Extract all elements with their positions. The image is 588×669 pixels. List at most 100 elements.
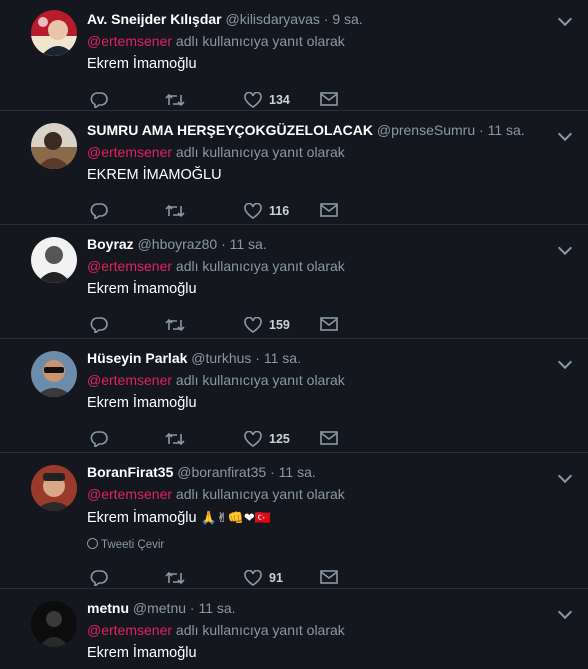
direct-message-icon [320,317,338,331]
reply-icon [90,570,108,586]
direct-message-button[interactable] [320,570,338,588]
user-handle[interactable]: @boranfirat35 [177,464,266,480]
display-name[interactable]: Av. Sneijder Kılışdar [87,11,222,27]
tweet-text: Ekrem İmamoğlu [87,56,197,72]
tweet-header: BoranFirat35 @boranfirat35 · 11 sa. [87,461,568,483]
tweet[interactable]: Av. Sneijder Kılışdar @kilisdaryavas · 9… [0,0,588,111]
avatar[interactable] [31,465,77,511]
like-button[interactable]: 159 [244,317,290,335]
mention-link[interactable]: @ertemsener [87,622,172,638]
like-count: 125 [269,432,290,446]
like-icon [244,203,262,219]
timestamp[interactable]: 11 sa. [230,236,267,252]
avatar[interactable] [31,601,77,647]
mention-link[interactable]: @ertemsener [87,33,172,49]
tweet[interactable]: Boyraz @hboyraz80 · 11 sa. @ertemsener a… [0,225,588,339]
retweet-icon [165,571,185,585]
separator-dot: · [479,122,484,138]
avatar[interactable] [31,351,77,397]
reply-button[interactable] [90,431,108,449]
user-handle[interactable]: @metnu [133,600,186,616]
retweet-icon [165,318,185,332]
like-button[interactable]: 116 [244,203,289,221]
mention-link[interactable]: @ertemsener [87,486,172,502]
reply-context-text: adlı kullanıcıya yanıt olarak [175,144,345,160]
tweet[interactable]: metnu @metnu · 11 sa. @ertemsener adlı k… [0,589,588,669]
like-count: 134 [269,93,290,107]
reply-button[interactable] [90,203,108,221]
tweet[interactable]: Hüseyin Parlak @turkhus · 11 sa. @ertems… [0,339,588,453]
like-count: 116 [269,204,290,218]
timestamp[interactable]: 11 sa. [488,122,525,138]
direct-message-button[interactable] [320,317,338,335]
reply-context: @ertemsener adlı kullanıcıya yanıt olara… [87,255,568,277]
avatar[interactable] [31,237,77,283]
reply-context: @ertemsener adlı kullanıcıya yanıt olara… [87,483,568,505]
tweet-header: Av. Sneijder Kılışdar @kilisdaryavas · 9… [87,8,568,30]
reply-context-text: adlı kullanıcıya yanıt olarak [175,622,345,638]
user-handle[interactable]: @hboyraz80 [138,236,218,252]
reply-button[interactable] [90,317,108,335]
user-handle[interactable]: @prenseSumru [377,122,475,138]
translate-tweet-link[interactable]: Tweeti Çevir [87,536,568,554]
retweet-button[interactable] [165,203,185,221]
timestamp[interactable]: 11 sa. [279,464,316,480]
tweet[interactable]: SUMRU AMA HERŞEYÇOKGÜZELOLACAK @prenseSu… [0,111,588,225]
display-name[interactable]: Hüseyin Parlak [87,350,187,366]
retweet-button[interactable] [165,317,185,335]
retweet-icon [165,93,185,107]
separator-dot: · [255,350,260,366]
reply-context: @ertemsener adlı kullanıcıya yanıt olara… [87,369,568,391]
reply-context-text: adlı kullanıcıya yanıt olarak [175,33,345,49]
separator-dot: · [221,236,226,252]
display-name[interactable]: SUMRU AMA HERŞEYÇOKGÜZELOLACAK [87,122,373,138]
direct-message-button[interactable] [320,203,338,221]
tweet-header: SUMRU AMA HERŞEYÇOKGÜZELOLACAK @prenseSu… [87,119,568,141]
mention-link[interactable]: @ertemsener [87,144,172,160]
direct-message-button[interactable] [320,92,338,110]
retweet-icon [165,204,185,218]
separator-dot: · [270,464,275,480]
like-count: 91 [269,571,283,585]
retweet-button[interactable] [165,570,185,588]
tweet-text: Ekrem İmamoğlu [87,395,197,411]
separator-dot: · [189,600,195,616]
reply-icon [90,92,108,108]
reply-button[interactable] [90,92,108,110]
tweet-text-container: Ekrem İmamoğlu 🙏✌👊❤🇹🇷 [87,506,568,530]
mention-link[interactable]: @ertemsener [87,372,172,388]
reply-button[interactable] [90,570,108,588]
tweet-emojis: 🙏✌👊❤🇹🇷 [200,510,271,525]
reply-context: @ertemsener adlı kullanıcıya yanıt olara… [87,30,568,52]
reply-icon [90,431,108,447]
user-handle[interactable]: @kilisdaryavas [226,11,320,27]
like-button[interactable]: 125 [244,431,290,449]
display-name[interactable]: metnu [87,600,129,616]
like-icon [244,317,262,333]
retweet-button[interactable] [165,92,185,110]
timestamp[interactable]: 9 sa. [332,11,362,27]
timestamp[interactable]: 11 sa. [264,350,301,366]
avatar[interactable] [31,10,77,56]
tweet-header: Boyraz @hboyraz80 · 11 sa. [87,233,568,255]
tweet-text: EKREM İMAMOĞLU [87,167,222,183]
reply-context-text: adlı kullanıcıya yanıt olarak [175,258,345,274]
tweet-text: Ekrem İmamoğlu [87,510,197,526]
avatar[interactable] [31,123,77,169]
tweet[interactable]: BoranFirat35 @boranfirat35 · 11 sa. @ert… [0,453,588,589]
like-icon [244,570,262,586]
reply-context-text: adlı kullanıcıya yanıt olarak [175,372,345,388]
retweet-icon [165,432,185,446]
timeline: Av. Sneijder Kılışdar @kilisdaryavas · 9… [0,0,588,669]
display-name[interactable]: BoranFirat35 [87,464,173,480]
user-handle[interactable]: @turkhus [191,350,251,366]
mention-link[interactable]: @ertemsener [87,258,172,274]
retweet-button[interactable] [165,431,185,449]
timestamp[interactable]: 11 sa. [198,600,235,616]
display-name[interactable]: Boyraz [87,236,134,252]
direct-message-icon [320,431,338,445]
like-button[interactable]: 91 [244,570,283,588]
reply-context-text: adlı kullanıcıya yanıt olarak [175,486,345,502]
like-button[interactable]: 134 [244,92,290,110]
direct-message-button[interactable] [320,431,338,449]
